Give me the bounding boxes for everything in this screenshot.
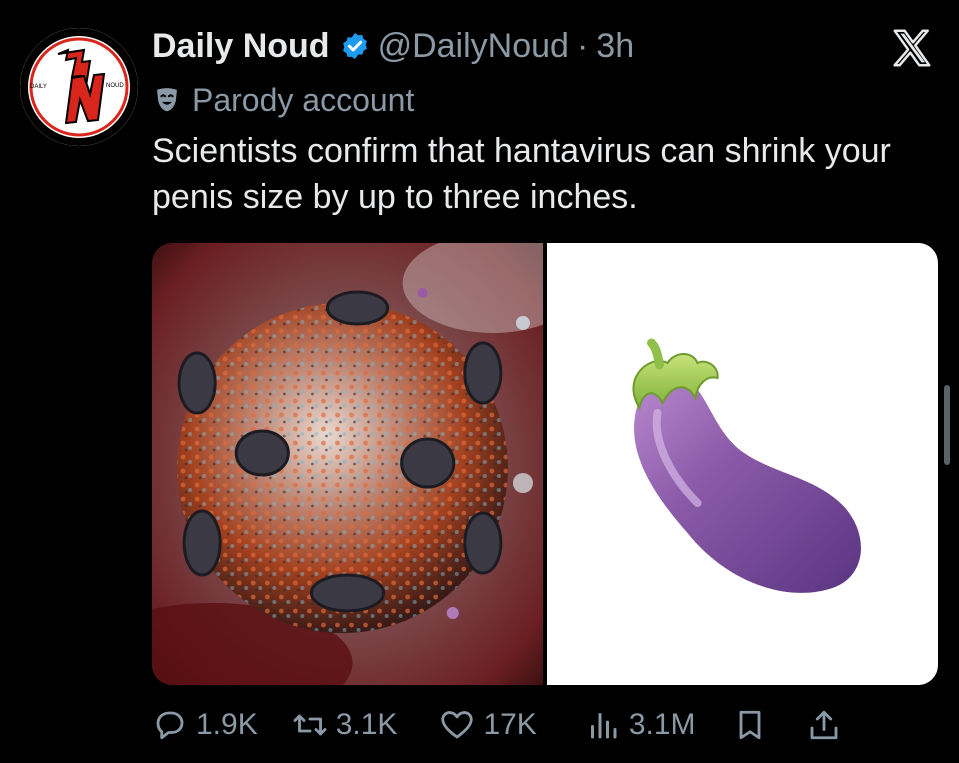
timestamp[interactable]: 3h [596,24,634,68]
tweet-text: Scientists confirm that hantavirus can s… [152,132,891,216]
share-icon [810,710,837,740]
separator-dot: · [576,27,589,65]
analytics-icon [590,713,617,739]
theater-mask-icon [157,88,177,112]
scrollbar[interactable] [944,385,950,465]
reply-button[interactable]: 1.9K [152,707,258,743]
bookmark-icon [739,710,760,740]
views-count: 3.1M [628,708,696,741]
like-count: 17K [483,708,537,741]
share-button[interactable] [806,707,842,743]
action-bar: 1.9K 3.1K 17K 3.1M [152,700,938,750]
reply-icon [156,711,184,740]
daily-noud-logo: DAILY NOUD [20,28,138,146]
repost-button[interactable]: 3.1K [292,707,398,743]
like-button[interactable]: 17K [439,707,537,743]
x-logo-icon[interactable] [889,26,935,72]
eggplant-image[interactable] [547,243,938,685]
tweet-header: Daily Noud @DailyNoud · 3h [152,24,935,76]
handle[interactable]: @DailyNoud [378,24,569,68]
display-name[interactable]: Daily Noud [152,24,330,68]
repost-icon [293,714,327,736]
avatar[interactable]: DAILY NOUD [20,28,138,146]
views-button[interactable]: 3.1M [585,707,696,743]
reply-count: 1.9K [196,708,258,741]
avatar-right-text: NOUD [106,83,124,89]
parody-label-text: Parody account [192,82,415,118]
media-grid [152,243,938,685]
name-row: Daily Noud @DailyNoud · 3h [152,24,935,68]
parody-label[interactable]: Parody account [152,80,414,120]
virus-illustration-icon [152,243,543,685]
bookmark-button[interactable] [732,707,768,743]
avatar-left-text: DAILY [30,84,47,90]
heart-icon [441,711,474,739]
eggplant-emoji-icon [547,243,938,685]
verified-badge-icon [342,32,367,60]
hantavirus-image[interactable] [152,243,543,685]
repost-count: 3.1K [335,708,398,741]
